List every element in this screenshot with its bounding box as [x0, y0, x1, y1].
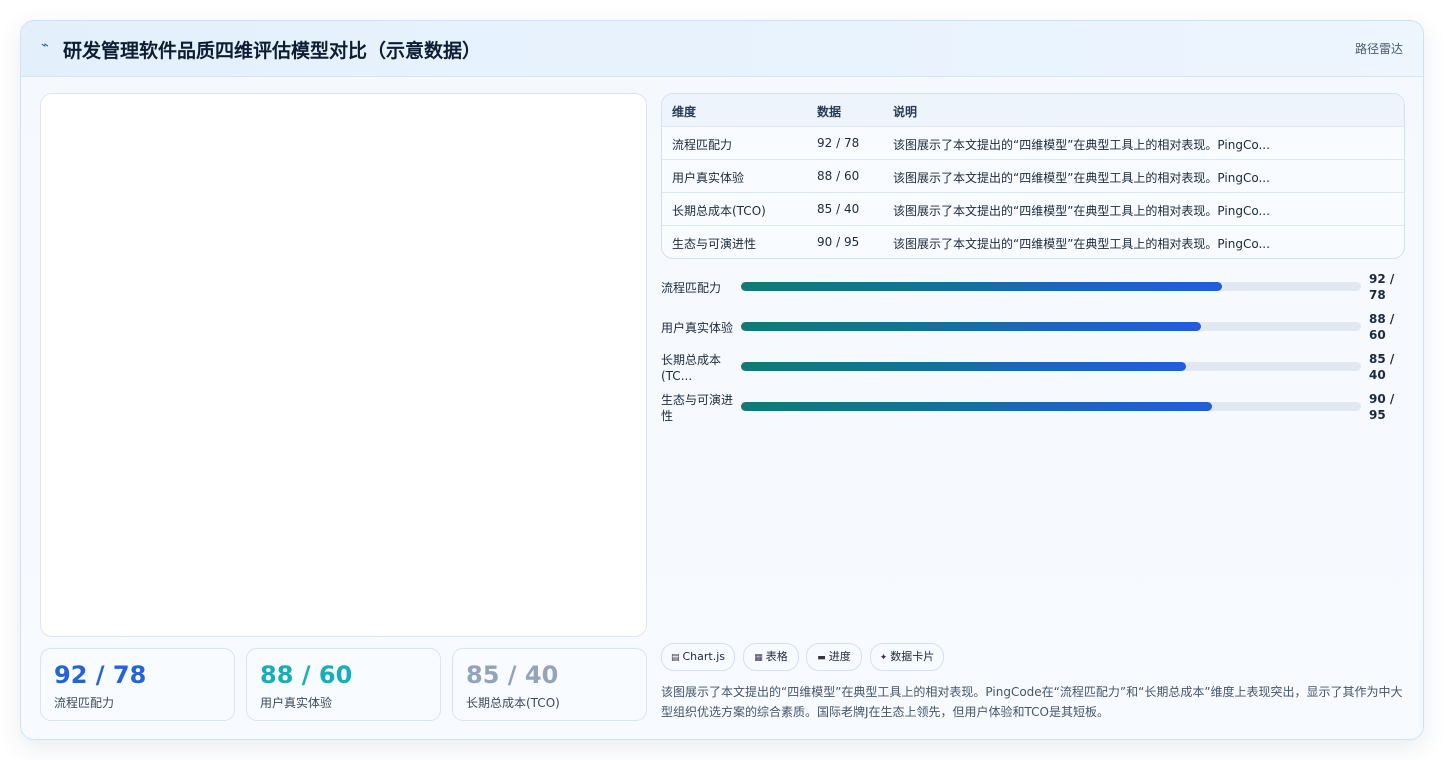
progress-label: 生态与可演进性: [661, 393, 734, 423]
progress-value: 85 / 40: [1369, 352, 1395, 382]
sparkle-icon: ✦: [879, 653, 888, 663]
data-table: 维度 数据 说明 流程匹配力 92 / 78 该图展示了本文提出的“四维模型”在…: [661, 93, 1405, 259]
kpi-label: 流程匹配力: [54, 696, 115, 710]
chip-label: 进度: [828, 650, 851, 663]
kpi-value: 85 / 40: [466, 661, 559, 689]
progress-track: [741, 282, 1361, 291]
progress-list: 流程匹配力 92 / 78 用户真实体验 88 / 60 长期总成本(TC...…: [661, 271, 1406, 431]
progress-fill: [741, 282, 1223, 291]
table-row: 生态与可演进性 90 / 95 该图展示了本文提出的“四维模型”在典型工具上的相…: [662, 226, 1404, 258]
cell-dimension: 流程匹配力: [672, 138, 733, 152]
progress-row: 流程匹配力 92 / 78: [661, 271, 1406, 305]
report-card: ⌁ 研发管理软件品质四维评估模型对比（示意数据） 路径雷达 92 / 78 流程…: [20, 20, 1424, 740]
progress-fill: [741, 362, 1186, 371]
chip-label: 数据卡片: [890, 650, 935, 663]
cell-data: 85 / 40: [817, 202, 860, 216]
cell-dimension: 长期总成本(TCO): [672, 204, 766, 218]
column-header-dimension: 维度: [672, 105, 697, 119]
progress-value: 92 / 78: [1369, 272, 1395, 302]
kpi-value: 88 / 60: [260, 661, 353, 689]
chart-canvas-panel: [40, 93, 647, 637]
progress-icon: ▬: [817, 653, 826, 663]
table-row: 用户真实体验 88 / 60 该图展示了本文提出的“四维模型”在典型工具上的相对…: [662, 160, 1404, 193]
table-row: 流程匹配力 92 / 78 该图展示了本文提出的“四维模型”在典型工具上的相对表…: [662, 127, 1404, 160]
table-row: 长期总成本(TCO) 85 / 40 该图展示了本文提出的“四维模型”在典型工具…: [662, 193, 1404, 226]
cell-data: 90 / 95: [817, 235, 860, 249]
trend-line-icon: ⌁: [41, 38, 49, 53]
chip-label: 表格: [765, 650, 788, 663]
chip-label: Chart.js: [682, 650, 726, 663]
kpi-card-user-experience: 88 / 60 用户真实体验: [246, 648, 441, 721]
kpi-label: 用户真实体验: [260, 696, 333, 710]
view-mode-label[interactable]: 路径雷达: [1355, 40, 1403, 57]
chip-chartjs[interactable]: ▤ Chart.js: [661, 643, 735, 671]
progress-label: 流程匹配力: [661, 281, 722, 295]
column-header-note: 说明: [893, 105, 918, 119]
column-header-data: 数据: [817, 105, 842, 119]
page-title: 研发管理软件品质四维评估模型对比（示意数据）: [63, 40, 482, 62]
progress-row: 长期总成本(TC... 85 / 40: [661, 351, 1406, 385]
cell-data: 92 / 78: [817, 136, 860, 150]
progress-value: 90 / 95: [1369, 392, 1395, 422]
kpi-card-tco: 85 / 40 长期总成本(TCO): [452, 648, 647, 721]
progress-track: [741, 362, 1361, 371]
cell-note: 该图展示了本文提出的“四维模型”在典型工具上的相对表现。PingCo...: [893, 237, 1270, 251]
chart-icon: ▤: [670, 653, 680, 663]
progress-track: [741, 402, 1361, 411]
kpi-label: 长期总成本(TCO): [466, 696, 560, 710]
chip-data-cards[interactable]: ✦ 数据卡片: [870, 643, 944, 671]
cell-data: 88 / 60: [817, 169, 860, 183]
cell-dimension: 生态与可演进性: [672, 237, 757, 251]
progress-label: 长期总成本(TC...: [661, 353, 722, 383]
description-text: 该图展示了本文提出的“四维模型”在典型工具上的相对表现。PingCode在“流程…: [661, 685, 1403, 719]
progress-track: [741, 322, 1361, 331]
chip-progress[interactable]: ▬ 进度: [806, 643, 862, 671]
progress-label: 用户真实体验: [661, 321, 734, 335]
cell-note: 该图展示了本文提出的“四维模型”在典型工具上的相对表现。PingCo...: [893, 204, 1270, 218]
table-icon: ▦: [754, 653, 763, 663]
table-header-row: 维度 数据 说明: [662, 94, 1404, 127]
progress-fill: [741, 322, 1202, 331]
cell-note: 该图展示了本文提出的“四维模型”在典型工具上的相对表现。PingCo...: [893, 171, 1270, 185]
progress-fill: [741, 402, 1212, 411]
progress-row: 生态与可演进性 90 / 95: [661, 391, 1406, 425]
kpi-card-process-fit: 92 / 78 流程匹配力: [40, 648, 235, 721]
progress-value: 88 / 60: [1369, 312, 1395, 342]
progress-row: 用户真实体验 88 / 60: [661, 311, 1406, 345]
chip-table[interactable]: ▦ 表格: [743, 643, 799, 671]
cell-dimension: 用户真实体验: [672, 171, 745, 185]
kpi-value: 92 / 78: [54, 661, 147, 689]
card-header: ⌁ 研发管理软件品质四维评估模型对比（示意数据） 路径雷达: [21, 21, 1423, 77]
cell-note: 该图展示了本文提出的“四维模型”在典型工具上的相对表现。PingCo...: [893, 138, 1270, 152]
